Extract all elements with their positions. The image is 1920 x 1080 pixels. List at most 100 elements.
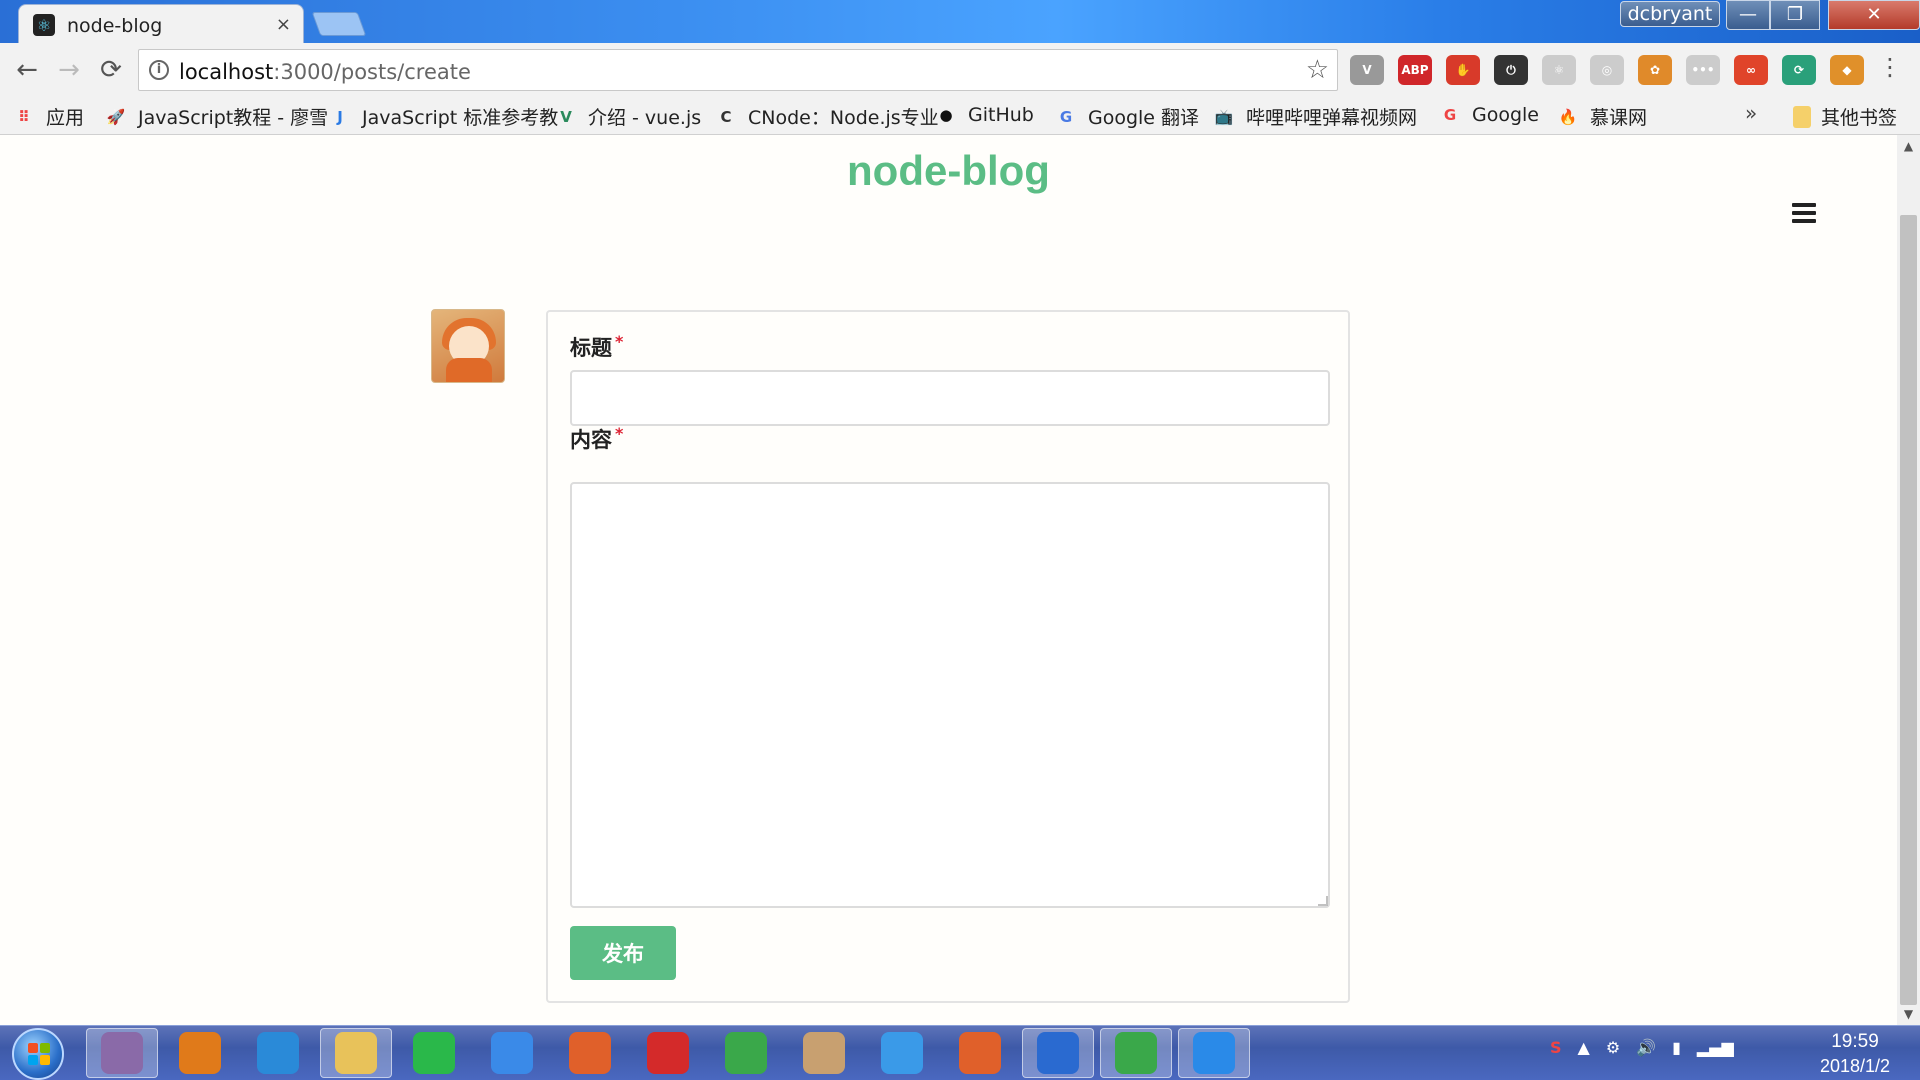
bookmark-label: CNode：Node.js专业 bbox=[748, 107, 939, 129]
forward-button[interactable]: → bbox=[54, 55, 84, 85]
minimize-button[interactable]: — bbox=[1726, 0, 1770, 30]
power-icon[interactable]: ⏻ bbox=[1494, 55, 1528, 85]
react-devtools-icon[interactable]: ⚛ bbox=[1542, 55, 1576, 85]
fish-icon[interactable]: ◆ bbox=[1830, 55, 1864, 85]
taskbar-explorer-app[interactable] bbox=[320, 1028, 392, 1078]
cnode-icon: C bbox=[720, 107, 732, 126]
extensions-row: V ABP ✋ ⏻ ⚛ ◎ ✿ ••• ∞ ⟳ ◆ bbox=[1350, 55, 1864, 85]
avatar bbox=[431, 309, 505, 383]
bookmark-other-folder[interactable]: 其他书签 bbox=[1793, 103, 1897, 130]
taskbar-baidu-netdisk-icon bbox=[491, 1032, 533, 1074]
vue-icon: V bbox=[560, 107, 572, 126]
bookmark-imooc[interactable]: 🔥 慕课网 bbox=[1556, 103, 1647, 130]
dots-ext-icon[interactable]: ••• bbox=[1686, 55, 1720, 85]
bookmark-javascript-tutorial[interactable]: 🚀 JavaScript教程 - 廖雪 bbox=[104, 103, 329, 130]
bookmark-javascript-reference[interactable]: J JavaScript 标准参考教 bbox=[328, 103, 558, 130]
taskbar-vscode-app[interactable] bbox=[1022, 1028, 1094, 1078]
taskbar-feather-icon bbox=[959, 1032, 1001, 1074]
bookmark-google-translate[interactable]: G Google 翻译 bbox=[1054, 103, 1199, 130]
taskbar-git-app[interactable] bbox=[86, 1028, 158, 1078]
taskbar-netease-music-app[interactable] bbox=[632, 1028, 704, 1078]
required-marker: * bbox=[615, 424, 624, 443]
taskbar-bird-app[interactable] bbox=[866, 1028, 938, 1078]
hamburger-menu-icon[interactable] bbox=[1792, 203, 1816, 223]
taskbar-baidu-netdisk-app[interactable] bbox=[476, 1028, 548, 1078]
taskbar-git-icon bbox=[101, 1032, 143, 1074]
taskbar-feather-app[interactable] bbox=[944, 1028, 1016, 1078]
bookmark-cnode[interactable]: C CNode：Node.js专业 bbox=[714, 103, 939, 130]
bookmark-apps[interactable]: ⠿ 应用 bbox=[12, 103, 84, 130]
page-scrollbar[interactable]: ▲ ▼ bbox=[1897, 135, 1920, 1025]
battery-icon[interactable]: ▮ bbox=[1672, 1038, 1681, 1057]
vimium-icon[interactable]: V bbox=[1350, 55, 1384, 85]
bookmark-google[interactable]: G Google bbox=[1438, 103, 1539, 127]
bookmark-github[interactable]: ● GitHub bbox=[934, 103, 1034, 127]
signal-icon[interactable]: ▂▄▆ bbox=[1697, 1038, 1734, 1057]
textarea-resize-handle[interactable] bbox=[1318, 896, 1328, 906]
close-window-button[interactable]: ✕ bbox=[1828, 0, 1920, 30]
taskbar-phone-app[interactable] bbox=[1178, 1028, 1250, 1078]
infinity-icon[interactable]: ∞ bbox=[1734, 55, 1768, 85]
proxy-icon[interactable]: ⟳ bbox=[1782, 55, 1816, 85]
taskbar-search-app[interactable] bbox=[164, 1028, 236, 1078]
bookmark-label: 介绍 - vue.js bbox=[588, 107, 702, 129]
browser-menu-icon[interactable]: ⋮ bbox=[1878, 53, 1902, 81]
taskbar-explorer-icon bbox=[335, 1032, 377, 1074]
taskbar-paint-app[interactable] bbox=[788, 1028, 860, 1078]
site-info-icon[interactable]: i bbox=[149, 60, 169, 80]
bookmarks-overflow-button[interactable]: » bbox=[1745, 101, 1757, 125]
clock-date: 2018/1/2 bbox=[1819, 1056, 1891, 1076]
bookmark-label: 慕课网 bbox=[1590, 107, 1648, 129]
react-favicon-icon: ⚛ bbox=[33, 14, 55, 36]
maximize-button[interactable]: ❐ bbox=[1770, 0, 1820, 30]
stop-icon[interactable]: ✋ bbox=[1446, 55, 1480, 85]
bookmarks-bar: » 其他书签 ⠿ 应用 🚀 JavaScript教程 - 廖雪 J JavaScript … bbox=[0, 95, 1920, 135]
taskbar-clock[interactable]: 19:59 2018/1/2 bbox=[1800, 1030, 1910, 1078]
tray-expand-icon[interactable]: ▲ bbox=[1578, 1038, 1590, 1057]
taskbar-ie-icon bbox=[257, 1032, 299, 1074]
windows-logo-icon bbox=[28, 1043, 50, 1065]
browser-tab[interactable]: ⚛ node-blog × bbox=[18, 4, 304, 43]
browser-toolbar: ← → ⟳ i localhost:3000/posts/create ☆ VA… bbox=[0, 43, 1920, 95]
github-icon: ● bbox=[939, 106, 953, 124]
taskbar-iqiyi-app[interactable] bbox=[398, 1028, 470, 1078]
taskbar-chrome-active-app[interactable] bbox=[1100, 1028, 1172, 1078]
back-button[interactable]: ← bbox=[12, 55, 42, 85]
url-text[interactable]: localhost:3000/posts/create bbox=[179, 60, 471, 84]
bookmark-star-icon[interactable]: ☆ bbox=[1306, 55, 1329, 85]
site-title[interactable]: node-blog bbox=[0, 147, 1897, 195]
content-textarea[interactable] bbox=[570, 482, 1330, 908]
bookmark-vuejs[interactable]: V 介绍 - vue.js bbox=[554, 103, 701, 130]
volume-icon[interactable]: 🔊 bbox=[1636, 1038, 1656, 1057]
taskbar-bird-icon bbox=[881, 1032, 923, 1074]
bookmark-label: GitHub bbox=[968, 104, 1034, 126]
bookmark-bilibili[interactable]: 📺 哔哩哔哩弹幕视频网 bbox=[1212, 103, 1417, 130]
post-create-form: 标题 * 内容 * 发布 bbox=[546, 310, 1350, 1003]
sogou-ime-icon[interactable]: S bbox=[1550, 1038, 1562, 1057]
taskbar-pdf-app[interactable] bbox=[554, 1028, 626, 1078]
required-marker: * bbox=[615, 332, 624, 351]
apps-grid-icon: ⠿ bbox=[18, 107, 30, 126]
publish-button[interactable]: 发布 bbox=[570, 926, 676, 980]
adblock-icon[interactable]: ABP bbox=[1398, 55, 1432, 85]
network-tray-icon[interactable]: ⚙ bbox=[1606, 1038, 1620, 1057]
tab-close-icon[interactable]: × bbox=[276, 14, 291, 35]
scroll-up-icon[interactable]: ▲ bbox=[1897, 139, 1920, 153]
scroll-thumb[interactable] bbox=[1900, 215, 1917, 1005]
start-button[interactable] bbox=[12, 1028, 64, 1080]
rocket-icon: 🚀 bbox=[106, 107, 126, 126]
bookmark-label: Google 翻译 bbox=[1088, 107, 1200, 129]
scroll-down-icon[interactable]: ▼ bbox=[1897, 1007, 1920, 1021]
address-bar[interactable]: i localhost:3000/posts/create ☆ bbox=[138, 49, 1338, 91]
taskbar-chrome-app[interactable] bbox=[710, 1028, 782, 1078]
profile-button[interactable]: dcbryant bbox=[1620, 1, 1720, 27]
new-tab-button[interactable] bbox=[311, 12, 367, 36]
circle-ext-icon[interactable]: ◎ bbox=[1590, 55, 1624, 85]
taskbar-ie-app[interactable] bbox=[242, 1028, 314, 1078]
title-input[interactable] bbox=[570, 370, 1330, 426]
pinwheel-icon[interactable]: ✿ bbox=[1638, 55, 1672, 85]
reload-button[interactable]: ⟳ bbox=[96, 55, 126, 85]
taskbar-netease-music-icon bbox=[647, 1032, 689, 1074]
page-viewport: node-blog 标题 * 内容 * 发布 bbox=[0, 135, 1897, 1025]
taskbar-paint-icon bbox=[803, 1032, 845, 1074]
